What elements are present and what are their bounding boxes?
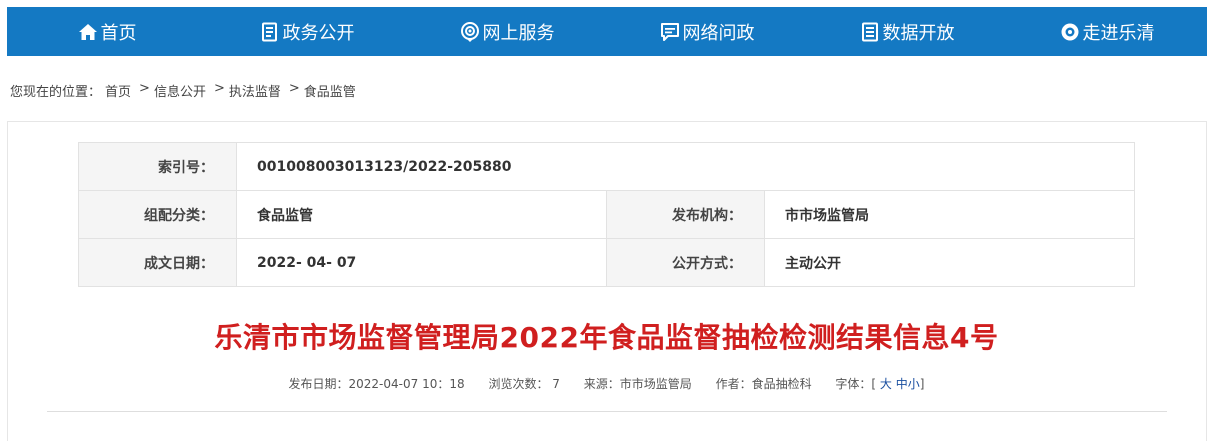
- nav-item-home[interactable]: 首页: [7, 7, 207, 56]
- document-icon: [260, 22, 280, 42]
- nav-item-open-data[interactable]: 数据开放: [807, 7, 1007, 56]
- breadcrumb-home[interactable]: 首页: [105, 81, 131, 100]
- nav-item-label: 数据开放: [882, 22, 955, 44]
- nav-item-label: 网上服务: [482, 22, 555, 44]
- breadcrumb-separator: >: [288, 81, 300, 96]
- date-value: 2022- 04- 07: [236, 238, 607, 287]
- date-label: 成文日期：: [78, 238, 237, 287]
- nav-item-online-service[interactable]: 网上服务: [407, 7, 607, 56]
- publisher-label: 发布机构：: [606, 190, 765, 239]
- font-size-small-button[interactable]: 小: [908, 377, 920, 391]
- publisher-value: 市市场监管局: [764, 190, 1135, 239]
- source: 来源：市市场监管局: [583, 377, 692, 391]
- metadata-table: 索引号： 001008003013123/2022-205880 组配分类： 食…: [78, 142, 1135, 287]
- view-count: 浏览次数： 7: [488, 377, 560, 391]
- index-value: 001008003013123/2022-205880: [236, 142, 1135, 191]
- category-label: 组配分类：: [78, 190, 237, 239]
- font-size-medium-button[interactable]: 中: [896, 377, 908, 391]
- category-value: 食品监管: [236, 190, 607, 239]
- article-info: 发布日期：2022-04-07 10：18 浏览次数： 7 来源：市市场监管局 …: [0, 375, 1213, 392]
- breadcrumb-prefix: 您现在的位置：: [10, 85, 102, 100]
- table-row: 索引号： 001008003013123/2022-205880: [78, 142, 1135, 191]
- font-size-label: 字体：[: [835, 377, 877, 391]
- nav-item-online-inquiry[interactable]: 网络问政: [607, 7, 807, 56]
- home-icon: [78, 22, 98, 42]
- nav-item-label: 政务公开: [282, 22, 355, 44]
- nav-item-government-affairs[interactable]: 政务公开: [207, 7, 407, 56]
- eye-icon: [1060, 22, 1080, 42]
- data-icon: [860, 22, 880, 42]
- font-size-control: 字体：[ 大 中小]: [835, 377, 924, 391]
- top-nav: 首页 政务公开 网上服务 网络问政 数据开放 走进乐清: [7, 7, 1207, 56]
- nav-item-label: 网络问政: [682, 22, 755, 44]
- method-value: 主动公开: [764, 238, 1135, 287]
- breadcrumb-separator: >: [213, 81, 225, 96]
- article-title: 乐清市市场监督管理局2022年食品监督抽检检测结果信息4号: [214, 321, 999, 354]
- table-row: 成文日期： 2022- 04- 07 公开方式： 主动公开: [78, 238, 1135, 287]
- chat-icon: [660, 22, 680, 42]
- table-row: 组配分类： 食品监管 发布机构： 市市场监管局: [78, 190, 1135, 239]
- index-label: 索引号：: [78, 142, 237, 191]
- breadcrumb: 您现在的位置： 首页 > 信息公开 > 执法监督 > 食品监管: [10, 81, 360, 100]
- breadcrumb-food-supervision[interactable]: 食品监管: [304, 81, 356, 100]
- nav-item-label: 首页: [100, 22, 137, 44]
- publish-date: 发布日期：2022-04-07 10：18: [288, 377, 465, 391]
- font-size-close: ]: [919, 377, 925, 391]
- service-icon: [460, 21, 480, 42]
- font-size-large-button[interactable]: 大: [880, 377, 892, 391]
- breadcrumb-law-enforcement[interactable]: 执法监督: [229, 81, 281, 100]
- divider: [47, 411, 1167, 412]
- breadcrumb-separator: >: [139, 81, 150, 96]
- method-label: 公开方式：: [606, 238, 765, 287]
- nav-item-about-yueqing[interactable]: 走进乐清: [1007, 7, 1207, 56]
- author: 作者：食品抽检科: [715, 377, 812, 391]
- breadcrumb-info-disclosure[interactable]: 信息公开: [154, 81, 206, 100]
- nav-item-label: 走进乐清: [1082, 22, 1155, 44]
